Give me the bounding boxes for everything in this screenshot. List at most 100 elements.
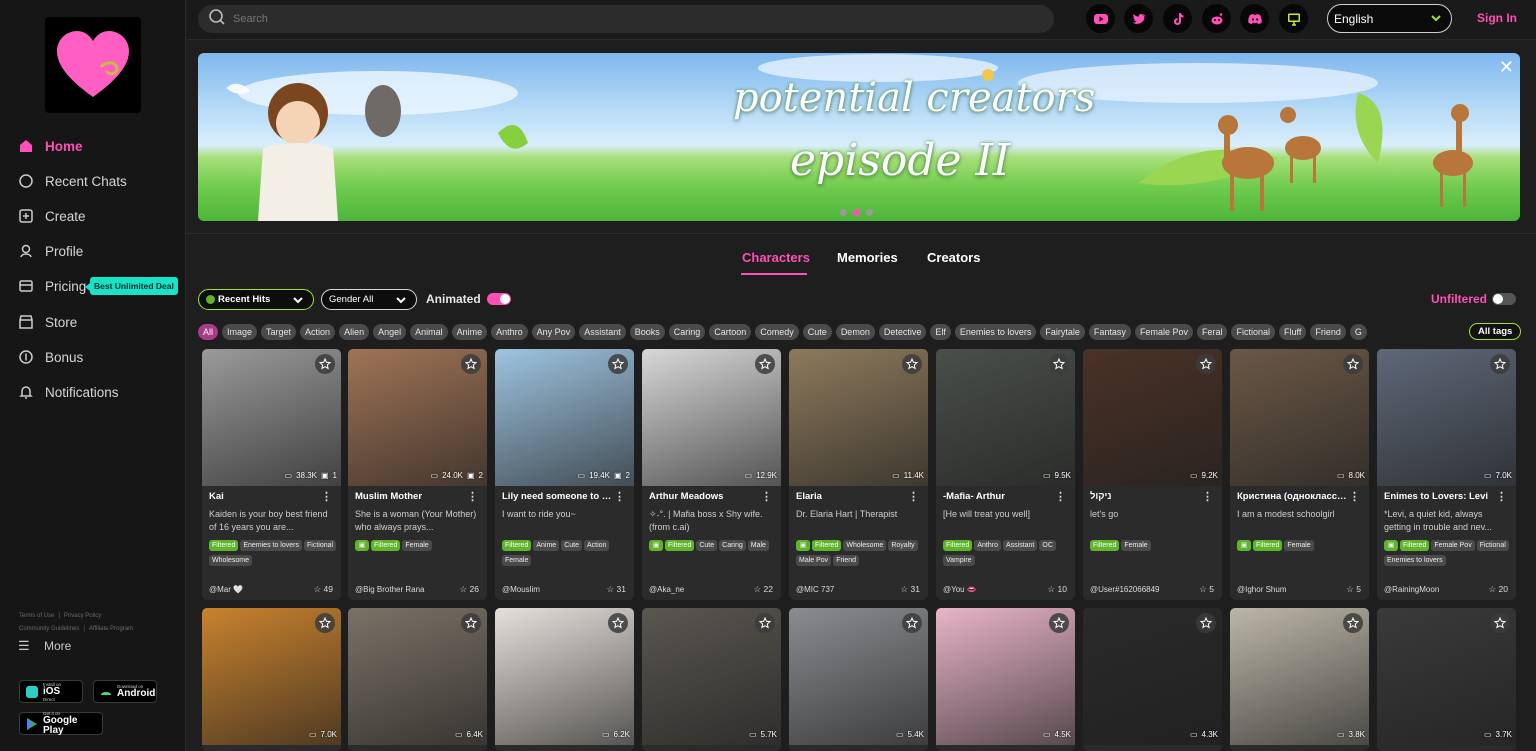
tag-chip[interactable]: Anthro: [491, 324, 528, 340]
desktop-icon[interactable]: [1279, 4, 1308, 33]
terms-link[interactable]: Terms of Use: [19, 613, 54, 619]
character-card[interactable]: ▭ 6.2K: [495, 608, 634, 751]
tag-chip[interactable]: Enemies to lovers: [954, 324, 1037, 340]
character-card[interactable]: ▭ 6.4K: [348, 608, 487, 751]
more-options-icon[interactable]: ⋮: [1349, 490, 1360, 503]
more-options-icon[interactable]: ⋮: [1496, 490, 1507, 503]
more-options-icon[interactable]: ⋮: [467, 490, 478, 503]
character-card[interactable]: ▭ 5.4K: [789, 608, 928, 751]
gender-select[interactable]: Gender All: [321, 289, 417, 310]
tag-chip[interactable]: Feral: [1196, 324, 1228, 340]
character-card[interactable]: ▭ 38.3K ▣ 1 Kai ⋮ Kaiden is your boy best frie…: [202, 349, 341, 600]
tiktok-icon[interactable]: [1163, 4, 1192, 33]
favorite-star-icon[interactable]: [902, 354, 922, 374]
character-card[interactable]: ▭ 3.8K: [1230, 608, 1369, 751]
tab-characters[interactable]: Characters: [742, 250, 810, 265]
card-tag[interactable]: Anthro: [974, 540, 1001, 552]
nav-home[interactable]: Home: [18, 133, 83, 159]
reddit-icon[interactable]: [1202, 4, 1231, 33]
card-tag[interactable]: Enemies to lovers: [1384, 555, 1446, 567]
sort-select[interactable]: Recent Hits: [198, 289, 314, 310]
tag-chip[interactable]: All: [198, 324, 219, 340]
favorite-star-icon[interactable]: [461, 354, 481, 374]
nav-bonus[interactable]: Bonus: [18, 344, 83, 370]
best-deal-badge[interactable]: Best Unlimited Deal: [85, 277, 178, 295]
card-tag[interactable]: Female: [1284, 540, 1314, 552]
sign-in-link[interactable]: Sign In: [1477, 11, 1517, 25]
character-card[interactable]: ▭ 8.0K Кристина (одноклассн... ⋮ I am a mode…: [1230, 349, 1369, 600]
card-tag[interactable]: Female: [402, 540, 432, 552]
character-card[interactable]: ▭ 5.7K: [642, 608, 781, 751]
more-options-icon[interactable]: ⋮: [1055, 490, 1066, 503]
more-options-icon[interactable]: ⋮: [321, 490, 332, 503]
card-tag[interactable]: Filtered: [1253, 540, 1283, 552]
author-handle[interactable]: @User#162066849: [1090, 585, 1160, 594]
card-tag[interactable]: Cute: [696, 540, 718, 552]
ios-download-button[interactable]: Install on iOS Direct: [19, 680, 83, 703]
favorite-star-icon[interactable]: [461, 613, 481, 633]
card-tag[interactable]: Wholesome: [843, 540, 887, 552]
promo-banner[interactable]: potential creators episode II ✕: [198, 53, 1520, 221]
privacy-link[interactable]: Privacy Policy: [64, 613, 101, 619]
tag-chip[interactable]: G: [1349, 324, 1367, 340]
character-card[interactable]: ▭ 7.0K: [202, 608, 341, 751]
card-tag[interactable]: Friend: [833, 555, 860, 567]
tag-chip[interactable]: Target: [261, 324, 297, 340]
card-tag[interactable]: Filtered: [665, 540, 695, 552]
favorite-star-icon[interactable]: [1196, 354, 1216, 374]
character-card[interactable]: ▭ 12.9K Arthur Meadows ⋮ ✧˖°. | Mafia boss x…: [642, 349, 781, 600]
tag-chip[interactable]: Anime: [451, 324, 488, 340]
card-tag[interactable]: Female Pov: [1431, 540, 1475, 552]
android-download-button[interactable]: Download on Android: [93, 680, 157, 703]
carousel-dot[interactable]: [840, 209, 847, 216]
nav-recent-chats[interactable]: Recent Chats: [18, 168, 127, 194]
animated-toggle[interactable]: [487, 293, 511, 305]
more-options-icon[interactable]: ⋮: [614, 490, 625, 503]
character-card[interactable]: ▭ 7.0K Enimes to Lovers: Levi ⋮ *Levi, a qui…: [1377, 349, 1516, 600]
guidelines-link[interactable]: Community Guidelines: [19, 626, 79, 632]
tag-chip[interactable]: Books: [629, 324, 665, 340]
card-tag[interactable]: Fictional: [1476, 540, 1509, 552]
twitter-icon[interactable]: [1124, 4, 1153, 33]
discord-icon[interactable]: [1240, 4, 1269, 33]
more-options-icon[interactable]: ⋮: [761, 490, 772, 503]
tag-chip[interactable]: Fluff: [1279, 324, 1307, 340]
favorite-star-icon[interactable]: [315, 354, 335, 374]
favorite-star-icon[interactable]: [1490, 354, 1510, 374]
tag-chip[interactable]: Cartoon: [709, 324, 752, 340]
search-bar[interactable]: [198, 5, 1054, 33]
nav-store[interactable]: Store: [18, 309, 77, 335]
card-tag[interactable]: Filtered: [1090, 540, 1120, 552]
character-card[interactable]: ▭ 9.5K -Mafia- Arthur ⋮ [He will treat you w…: [936, 349, 1075, 600]
tag-chip[interactable]: Fictional: [1231, 324, 1275, 340]
nav-pricing[interactable]: Pricing: [18, 273, 86, 299]
youtube-icon[interactable]: [1086, 4, 1115, 33]
affiliate-link[interactable]: Affiliate Program: [89, 626, 133, 632]
favorite-star-icon[interactable]: [1343, 354, 1363, 374]
logo[interactable]: [45, 17, 141, 113]
close-icon[interactable]: ✕: [1499, 57, 1514, 78]
tag-chip[interactable]: Caring: [668, 324, 706, 340]
card-tag[interactable]: Cute: [561, 540, 582, 552]
card-tag[interactable]: Filtered: [812, 540, 842, 552]
author-handle[interactable]: @Aka_ne: [649, 585, 684, 594]
favorite-star-icon[interactable]: [1049, 354, 1069, 374]
language-select[interactable]: English: [1327, 4, 1452, 33]
favorite-star-icon[interactable]: [315, 613, 335, 633]
author-handle[interactable]: @MIC 737: [796, 585, 834, 594]
card-tag[interactable]: Royalty: [888, 540, 918, 552]
carousel-dot[interactable]: [866, 209, 873, 216]
character-card[interactable]: ▭ 4.3K: [1083, 608, 1222, 751]
card-tag[interactable]: Caring: [719, 540, 746, 552]
author-handle[interactable]: @Mouslim: [502, 585, 540, 594]
card-tag[interactable]: Wholesome: [209, 555, 252, 567]
author-handle[interactable]: @Big Brother Rana: [355, 585, 425, 594]
tag-chip[interactable]: Elf: [930, 324, 951, 340]
tag-chip[interactable]: Action: [300, 324, 336, 340]
favorite-star-icon[interactable]: [755, 354, 775, 374]
card-tag[interactable]: Male: [747, 540, 769, 552]
favorite-star-icon[interactable]: [902, 613, 922, 633]
card-tag[interactable]: Filtered: [209, 540, 239, 552]
card-tag[interactable]: Action: [583, 540, 610, 552]
card-tag[interactable]: OC: [1039, 540, 1056, 552]
